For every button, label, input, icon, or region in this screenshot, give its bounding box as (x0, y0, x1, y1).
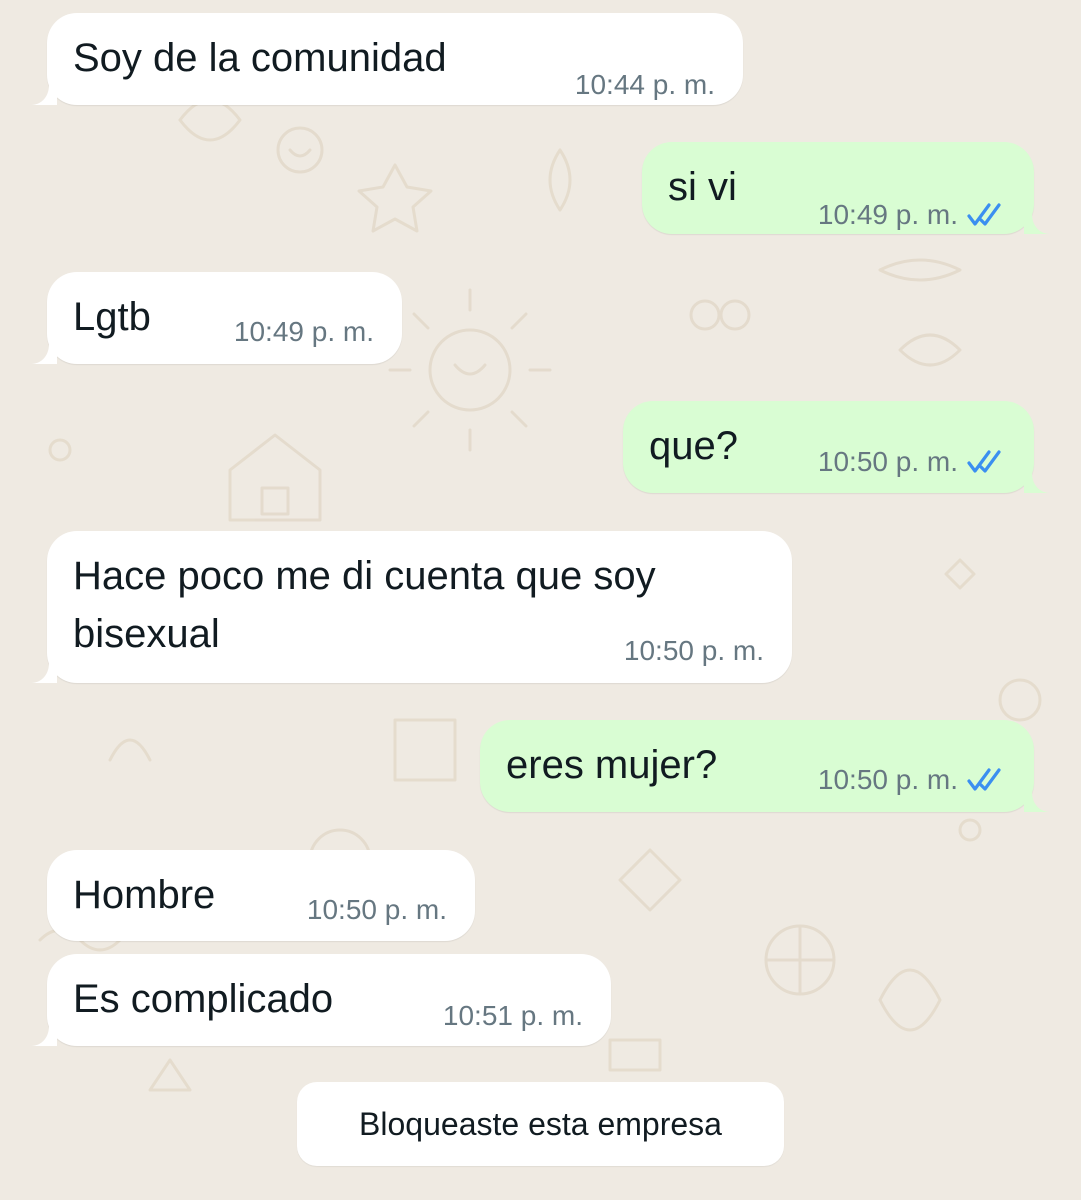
message-text: si vi (668, 165, 737, 209)
message-meta: 10:50 p. m. (818, 764, 1006, 796)
message-text: Soy de la comunidad (73, 36, 447, 80)
message-text-line: bisexual (73, 612, 220, 656)
message-timestamp: 10:51 p. m. (442, 1000, 583, 1031)
message-text: Es complicado (73, 977, 334, 1021)
double-check-read-icon (967, 768, 1001, 791)
message-timestamp: 10:49 p. m. (233, 316, 374, 347)
message-bubble-incoming[interactable]: Hombre 10:50 p. m. (47, 850, 475, 941)
bubble-tail (31, 657, 57, 683)
message-text-line: Hace poco me di cuenta que soy (73, 554, 656, 598)
message-bubble-outgoing[interactable]: que? 10:50 p. m. (623, 401, 1050, 493)
double-check-read-icon (967, 203, 1001, 226)
message-bubble-incoming[interactable]: Soy de la comunidad 10:44 p. m. (31, 13, 743, 105)
bubble-tail (31, 79, 57, 105)
blocked-business-notice[interactable]: Bloqueaste esta empresa (297, 1082, 784, 1166)
message-text: Lgtb (73, 295, 151, 339)
message-meta: 10:50 p. m. (818, 446, 1006, 478)
message-bubble-incoming[interactable]: Es complicado 10:51 p. m. (31, 954, 611, 1046)
bubble-tail (31, 338, 57, 364)
bubble-tail (1024, 467, 1050, 493)
message-timestamp: 10:50 p. m. (623, 635, 764, 666)
message-text: eres mujer? (506, 743, 718, 787)
message-text: Hombre (73, 873, 216, 917)
message-text: que? (649, 424, 738, 468)
message-timestamp: 10:50 p. m. (817, 764, 958, 795)
message-meta: 10:49 p. m. (818, 199, 1006, 231)
message-timestamp: 10:49 p. m. (817, 199, 958, 230)
message-timestamp: 10:44 p. m. (574, 69, 715, 100)
message-timestamp: 10:50 p. m. (817, 446, 958, 477)
blocked-business-notice-text: Bloqueaste esta empresa (359, 1105, 722, 1142)
message-bubble-incoming[interactable]: Lgtb 10:49 p. m. (31, 272, 402, 364)
message-bubble-outgoing[interactable]: si vi 10:49 p. m. (642, 142, 1050, 234)
message-timestamp: 10:50 p. m. (306, 894, 447, 925)
bubble-tail (31, 1020, 57, 1046)
message-bubble-incoming[interactable]: Hace poco me di cuenta que soy bisexual … (31, 531, 792, 683)
bubble-tail (1024, 208, 1050, 234)
bubble-tail (1024, 786, 1050, 812)
message-bubble-outgoing[interactable]: eres mujer? 10:50 p. m. (480, 720, 1050, 812)
double-check-read-icon (967, 450, 1001, 473)
